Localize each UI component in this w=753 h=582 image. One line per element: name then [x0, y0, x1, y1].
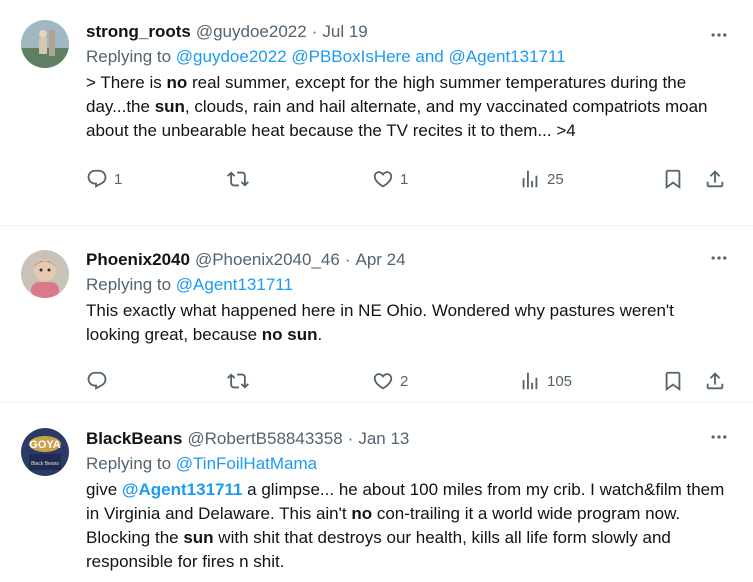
replying-label: Replying to [86, 454, 172, 473]
tweet-date[interactable]: Apr 24 [356, 249, 406, 271]
tweet-text: give @Agent131711 a glimpse... he about … [86, 478, 729, 574]
tweet[interactable]: Phoenix2040 @Phoenix2040_46 · Apr 24 Rep… [0, 226, 753, 403]
text-segment: This exactly what happened here in NE Oh… [86, 301, 674, 344]
heart-icon [373, 171, 393, 188]
more-icon [711, 256, 727, 260]
like-count: 1 [400, 170, 409, 188]
replying-label: Replying to [86, 275, 172, 294]
reply-icon [87, 371, 107, 390]
tweet[interactable]: GOYA Black Beans BlackBeans @RobertB5884… [0, 403, 753, 582]
text-highlight: no [351, 504, 373, 523]
like-button[interactable]: 1 [372, 157, 408, 201]
text-highlight: sun [183, 528, 214, 547]
text-segment: give [86, 480, 122, 499]
replying-to: Replying to @Agent131711 [86, 273, 729, 297]
display-name[interactable]: BlackBeans [86, 428, 182, 450]
retweet-button[interactable] [227, 157, 249, 201]
tweet-date[interactable]: Jul 19 [322, 21, 367, 43]
display-name[interactable]: strong_roots [86, 21, 191, 43]
share-button[interactable] [704, 359, 726, 403]
replying-to: Replying to @TinFoilHatMama [86, 452, 729, 476]
avatar[interactable] [21, 20, 69, 68]
tweet-date[interactable]: Jan 13 [358, 428, 409, 450]
display-name[interactable]: Phoenix2040 [86, 249, 190, 271]
avatar[interactable] [21, 250, 69, 298]
tweet[interactable]: strong_roots @guydoe2022 · Jul 19 Replyi… [0, 0, 753, 226]
tweet-text: > There is no real summer, except for th… [86, 71, 729, 143]
share-icon [706, 372, 724, 390]
svg-text:GOYA: GOYA [29, 439, 60, 451]
text-highlight: no [166, 73, 188, 92]
text-highlight: no sun [261, 325, 318, 344]
views-button[interactable]: 25 [519, 157, 564, 201]
avatar-image [21, 20, 69, 68]
reply-icon [87, 169, 107, 188]
bookmark-button[interactable] [662, 157, 684, 201]
heart-icon [373, 373, 393, 390]
user-handle[interactable]: @Phoenix2040_46 [195, 249, 340, 271]
tweet-actions: 2 105 [86, 359, 729, 403]
replying-to: Replying to @guydoe2022 @PBBoxIsHere and… [86, 45, 729, 69]
views-button[interactable]: 105 [519, 359, 572, 403]
like-count: 2 [400, 372, 409, 390]
like-button[interactable]: 2 [372, 359, 408, 403]
avatar-image [21, 250, 69, 298]
view-count: 25 [547, 170, 564, 188]
retweet-icon [227, 171, 249, 187]
more-options-button[interactable] [709, 427, 729, 447]
user-handle[interactable]: @guydoe2022 [196, 21, 307, 43]
text-highlight: sun [154, 97, 185, 116]
tweet-text: This exactly what happened here in NE Oh… [86, 299, 729, 347]
bookmark-icon [665, 371, 681, 392]
reply-button[interactable]: 1 [86, 157, 122, 201]
reply-button[interactable] [86, 359, 108, 403]
text-segment: . [317, 325, 323, 344]
more-options-button[interactable] [709, 248, 729, 268]
replying-mentions[interactable]: @Agent131711 [176, 275, 293, 294]
more-options-button[interactable] [709, 25, 729, 45]
replying-mentions[interactable]: @TinFoilHatMama [176, 454, 317, 473]
share-icon [706, 170, 724, 188]
replying-mentions[interactable]: @guydoe2022 @PBBoxIsHere and @Agent13171… [176, 47, 566, 66]
views-icon [522, 372, 538, 390]
bookmark-button[interactable] [662, 359, 684, 403]
replying-label: Replying to [86, 47, 172, 66]
avatar-image: GOYA Black Beans [21, 428, 69, 476]
separator: · [344, 250, 351, 269]
bookmark-icon [665, 169, 681, 190]
text-segment: > There is [86, 73, 167, 92]
reply-count: 1 [114, 170, 123, 188]
views-icon [522, 170, 538, 188]
inline-mention[interactable]: @Agent131711 [122, 480, 243, 499]
more-icon [711, 435, 727, 439]
avatar[interactable]: GOYA Black Beans [21, 428, 69, 476]
user-handle[interactable]: @RobertB58843358 [187, 428, 342, 450]
svg-text:Black Beans: Black Beans [31, 461, 59, 467]
share-button[interactable] [704, 157, 726, 201]
reply-feed: strong_roots @guydoe2022 · Jul 19 Replyi… [0, 0, 753, 582]
separator: · [311, 22, 318, 41]
separator: · [347, 429, 354, 448]
tweet-header: BlackBeans @RobertB58843358 · Jan 13 [86, 428, 729, 450]
view-count: 105 [547, 372, 573, 390]
tweet-actions: 1 1 25 [86, 157, 729, 201]
tweet-header: Phoenix2040 @Phoenix2040_46 · Apr 24 [86, 249, 729, 271]
retweet-button[interactable] [227, 359, 249, 403]
retweet-icon [227, 373, 249, 389]
more-icon [711, 33, 727, 37]
tweet-header: strong_roots @guydoe2022 · Jul 19 [86, 21, 729, 43]
